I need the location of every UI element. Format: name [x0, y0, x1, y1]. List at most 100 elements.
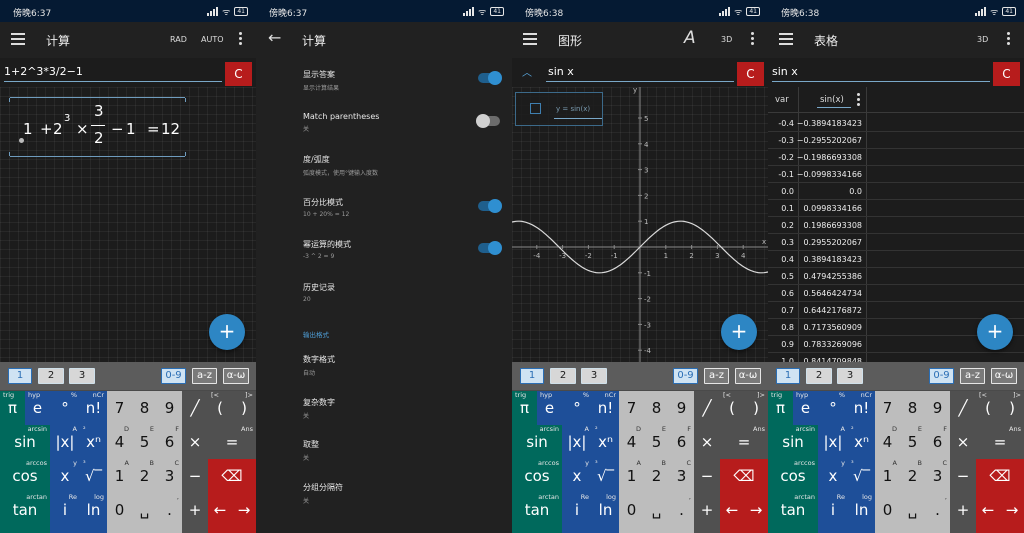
- keypad-tab-3[interactable]: 3: [581, 368, 607, 384]
- cursor-left-icon[interactable]: ←: [976, 493, 1000, 533]
- back-arrow-icon[interactable]: ←: [268, 28, 281, 47]
- add-fab-button[interactable]: +: [209, 314, 245, 350]
- more-icon[interactable]: [239, 32, 243, 47]
- key-pi[interactable]: trig π: [0, 391, 25, 425]
- keypad-tab-2[interactable]: 2: [38, 368, 64, 384]
- key-left-paren[interactable]: [<(: [976, 391, 1000, 425]
- backspace-icon[interactable]: ⌫: [720, 459, 768, 493]
- key-sqrt[interactable]: ³ √‾: [80, 459, 107, 493]
- keypad-mode-greek[interactable]: α-ω: [223, 368, 249, 384]
- key-subtract[interactable]: −: [694, 459, 720, 493]
- key-right-paren[interactable]: ]>): [232, 391, 256, 425]
- key-7[interactable]: 7: [107, 391, 132, 425]
- key-cos[interactable]: arccos cos: [0, 459, 50, 493]
- key-4[interactable]: D4: [619, 425, 644, 459]
- key-divide[interactable]: ╱: [950, 391, 976, 425]
- table-row[interactable]: 0.2 0.1986693308: [768, 217, 1024, 234]
- column-more-icon[interactable]: [857, 93, 861, 108]
- key-cos[interactable]: arccos cos: [768, 459, 818, 493]
- key-2[interactable]: B2: [644, 459, 669, 493]
- key-space[interactable]: ␣: [132, 493, 157, 533]
- keypad-tab-2[interactable]: 2: [806, 368, 832, 384]
- key-right-paren[interactable]: ]>): [744, 391, 768, 425]
- key-6[interactable]: F6: [925, 425, 950, 459]
- key-power[interactable]: ² xⁿ: [80, 425, 107, 459]
- key-divide[interactable]: ╱: [182, 391, 208, 425]
- key-abs[interactable]: A |x|: [562, 425, 592, 459]
- clear-button[interactable]: C: [225, 62, 252, 86]
- key-8[interactable]: 8: [900, 391, 925, 425]
- formatted-expression[interactable]: 1 + 2 3 × 3 2 − 1 = 12: [9, 97, 186, 157]
- table-row[interactable]: 0.3 0.2955202067: [768, 234, 1024, 251]
- menu-icon[interactable]: [779, 33, 793, 45]
- setting-grouping-separator[interactable]: 分组分隔符关: [303, 482, 343, 505]
- key-5[interactable]: E5: [900, 425, 925, 459]
- backspace-icon[interactable]: ⌫: [976, 459, 1024, 493]
- keypad-mode-greek[interactable]: α-ω: [991, 368, 1017, 384]
- key-subtract[interactable]: −: [182, 459, 208, 493]
- key-x[interactable]: yx: [562, 459, 592, 493]
- setting-power-mode[interactable]: 幂运算的模式 -3 ^ 2 = 9: [303, 239, 351, 260]
- key-factorial[interactable]: nCr n!: [592, 391, 619, 425]
- table-row[interactable]: 0.1 0.0998334166: [768, 200, 1024, 217]
- key-7[interactable]: 7: [875, 391, 900, 425]
- key-right-paren[interactable]: ]>): [1000, 391, 1024, 425]
- key-degree[interactable]: % °: [50, 391, 80, 425]
- keypad-tab-1[interactable]: 1: [8, 368, 32, 384]
- key-divide[interactable]: ╱: [694, 391, 720, 425]
- keypad-mode-latin[interactable]: a-z: [960, 368, 985, 384]
- function-input[interactable]: sin x: [772, 65, 798, 78]
- keypad-mode-digits[interactable]: 0-9: [161, 368, 186, 384]
- key-equals[interactable]: Ans =: [720, 425, 768, 459]
- menu-icon[interactable]: [11, 33, 25, 45]
- key-e[interactable]: hyp e: [25, 391, 50, 425]
- table-row[interactable]: 0.0 0.0: [768, 183, 1024, 200]
- key-pi[interactable]: trig π: [768, 391, 793, 425]
- key-1[interactable]: A1: [619, 459, 644, 493]
- key-0[interactable]: 0: [875, 493, 900, 533]
- clear-button[interactable]: C: [993, 62, 1020, 86]
- graph-legend[interactable]: y = sin(x): [515, 92, 603, 126]
- keypad-tab-3[interactable]: 3: [69, 368, 95, 384]
- key-equals[interactable]: Ans =: [976, 425, 1024, 459]
- key-6[interactable]: F6: [669, 425, 694, 459]
- key-2[interactable]: B2: [900, 459, 925, 493]
- setting-complex-numbers[interactable]: 复杂数字关: [303, 397, 335, 420]
- key-equals[interactable]: Ans =: [208, 425, 256, 459]
- keypad-mode-digits[interactable]: 0-9: [673, 368, 698, 384]
- key-5[interactable]: E5: [644, 425, 669, 459]
- key-space[interactable]: ␣: [900, 493, 925, 533]
- key-abs[interactable]: A |x|: [50, 425, 80, 459]
- key-factorial[interactable]: nCr n!: [80, 391, 107, 425]
- cursor-right-icon[interactable]: →: [1000, 493, 1024, 533]
- key-i[interactable]: Re i: [50, 493, 80, 533]
- key-multiply[interactable]: ×: [950, 425, 976, 459]
- expression-input[interactable]: 1+2^3*3/2−1: [4, 65, 83, 78]
- key-sin[interactable]: arcsin sin: [768, 425, 818, 459]
- toggle-match-parentheses[interactable]: [476, 114, 500, 128]
- key-space[interactable]: ␣: [644, 493, 669, 533]
- add-fab-button[interactable]: +: [977, 314, 1013, 350]
- key-sqrt[interactable]: ³ √‾: [592, 459, 619, 493]
- key-tan[interactable]: arctan tan: [0, 493, 50, 533]
- key-power[interactable]: ² xⁿ: [592, 425, 619, 459]
- key-4[interactable]: D4: [107, 425, 132, 459]
- key-2[interactable]: B2: [132, 459, 157, 493]
- key-add[interactable]: +: [182, 493, 208, 533]
- key-i[interactable]: Re i: [562, 493, 592, 533]
- key-abs[interactable]: A |x|: [818, 425, 848, 459]
- key-1[interactable]: A1: [107, 459, 132, 493]
- keypad-tab-3[interactable]: 3: [837, 368, 863, 384]
- key-x[interactable]: yx: [50, 459, 80, 493]
- key-7[interactable]: 7: [619, 391, 644, 425]
- toggle-show-answer[interactable]: [478, 71, 502, 85]
- cursor-left-icon[interactable]: ←: [208, 493, 232, 533]
- key-sqrt[interactable]: ³ √‾: [848, 459, 875, 493]
- table-row[interactable]: -0.4 −0.3894183423: [768, 115, 1024, 132]
- table-row[interactable]: -0.2 −0.1986693308: [768, 149, 1024, 166]
- key-e[interactable]: hyp e: [537, 391, 562, 425]
- key-left-paren[interactable]: [<(: [720, 391, 744, 425]
- key-3[interactable]: C3: [925, 459, 950, 493]
- key-9[interactable]: 9: [157, 391, 182, 425]
- key-i[interactable]: Re i: [818, 493, 848, 533]
